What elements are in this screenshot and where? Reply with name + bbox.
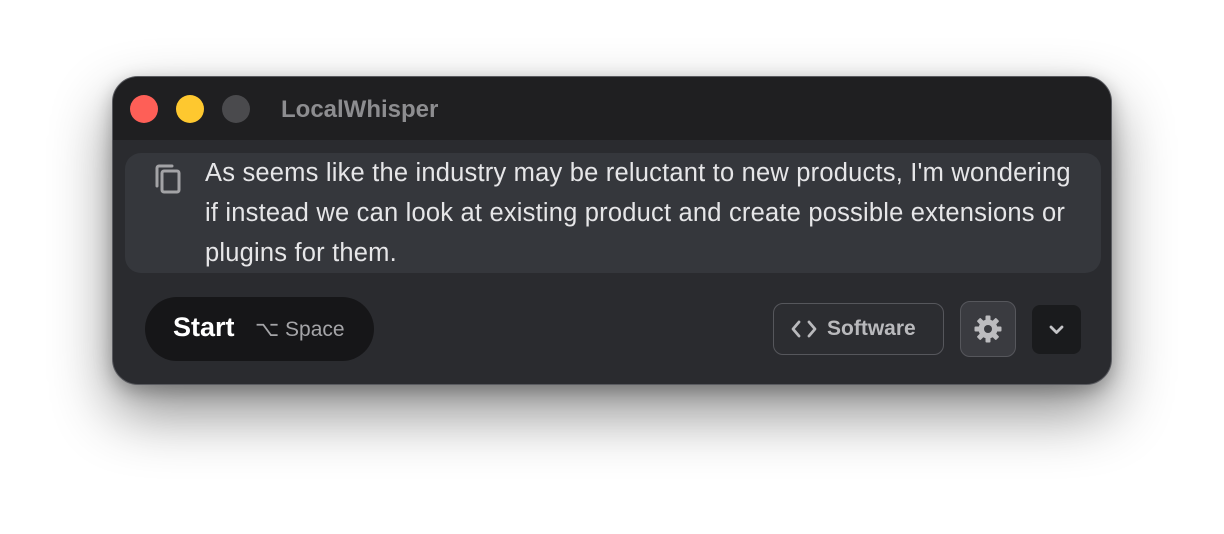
chevron-down-icon xyxy=(1049,325,1064,334)
copy-icon[interactable] xyxy=(153,162,185,198)
gear-icon xyxy=(974,315,1002,343)
app-window: LocalWhisper As seems like the industry … xyxy=(112,76,1112,385)
code-icon xyxy=(791,320,817,338)
minimize-button[interactable] xyxy=(176,95,204,123)
title-bar[interactable]: LocalWhisper xyxy=(113,77,1111,140)
mode-label: Software xyxy=(827,317,916,340)
settings-button[interactable] xyxy=(960,301,1016,357)
transcript-text: As seems like the industry may be reluct… xyxy=(205,159,1071,267)
dropdown-button[interactable] xyxy=(1032,305,1081,354)
start-button[interactable]: Start ⌥ Space xyxy=(145,297,374,361)
window-title: LocalWhisper xyxy=(281,96,439,123)
close-button[interactable] xyxy=(130,95,158,123)
shortcut-hint: ⌥ Space xyxy=(255,318,345,341)
start-label: Start xyxy=(173,312,235,342)
zoom-button xyxy=(222,95,250,123)
mode-button[interactable]: Software xyxy=(773,303,944,355)
transcript-panel: As seems like the industry may be reluct… xyxy=(125,153,1101,273)
